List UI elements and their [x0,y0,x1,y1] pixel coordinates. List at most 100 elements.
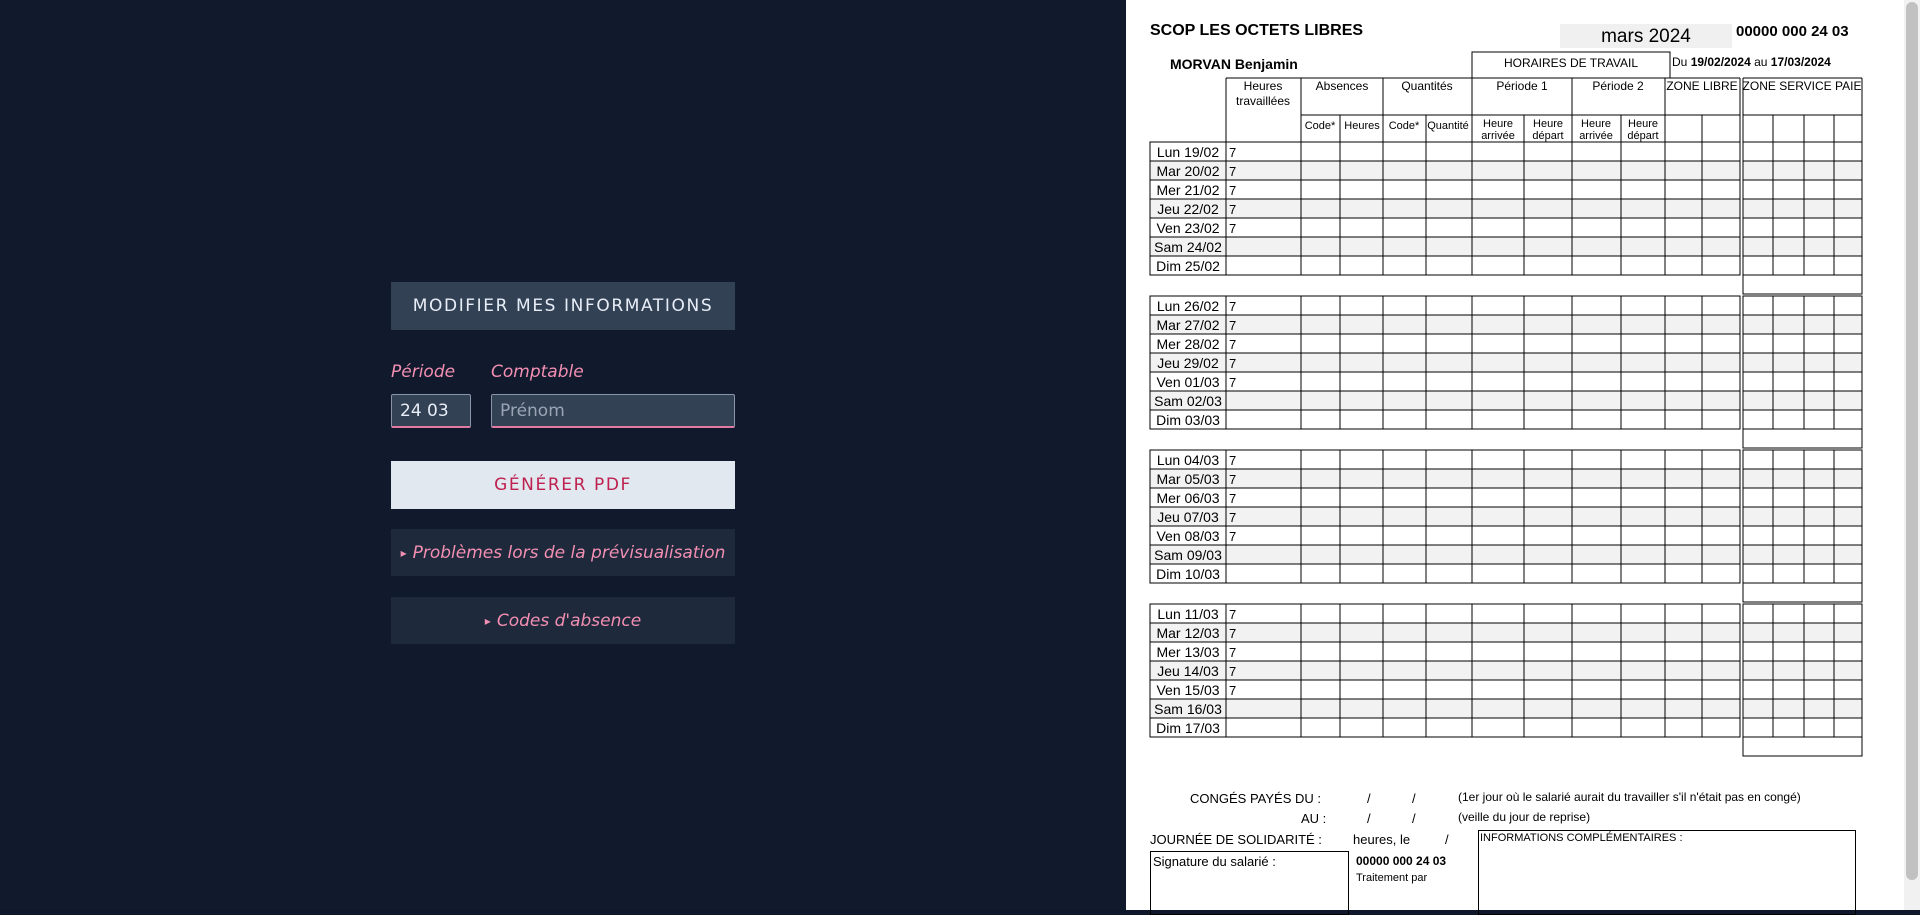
worked-hours: 7 [1229,510,1236,525]
disclosure-label: Problèmes lors de la prévisualisation [412,542,726,563]
periode-label: Période [391,362,456,382]
zone-paie-row-background [1743,410,1862,429]
day-label: Jeu 14/03 [1157,663,1219,679]
code-header: Code* [1305,120,1336,132]
day-label: Sam 16/03 [1154,701,1222,717]
zone-paie-row-background [1743,353,1862,372]
zone-paie-row-background [1743,142,1862,161]
heure-header: Heure [1483,118,1513,130]
heure-header: Heure [1533,118,1563,130]
heure-header: Heure [1628,118,1658,130]
row-background [1150,237,1740,256]
footer-reference-number: 00000 000 24 03 [1356,854,1447,868]
pdf-preview: SCOP LES OCTETS LIBRES mars 2024 00000 0… [1126,0,1904,915]
comptable-label: Comptable [491,362,584,382]
periode2-header: Période 2 [1592,79,1644,93]
day-label: Lun 19/02 [1157,144,1219,160]
row-background [1150,526,1740,545]
comptable-input[interactable] [491,394,735,428]
row-background [1150,372,1740,391]
preview-problems-disclosure[interactable]: ▸ Problèmes lors de la prévisualisation [391,529,735,576]
zone-paie-gap-cell [1742,274,1863,295]
worked-hours: 7 [1229,453,1236,468]
infos-box: INFORMATIONS COMPLÉMENTAIRES : [1478,830,1856,915]
row-background [1150,604,1740,623]
arrivee-header: arrivée [1481,130,1515,142]
row-background [1150,718,1740,737]
row-background [1150,680,1740,699]
day-label: Mer 06/03 [1156,490,1219,506]
worked-hours: 7 [1229,491,1236,506]
day-label: Ven 23/02 [1156,220,1219,236]
worked-hours: 7 [1229,645,1236,660]
zone-paie-row-background [1743,218,1862,237]
zone-paie-row-background [1743,488,1862,507]
day-label: Dim 10/03 [1156,566,1220,582]
modify-info-button[interactable]: MODIFIER MES INFORMATIONS [391,282,735,330]
conges-du-slash-1: / [1367,791,1371,806]
zone-paie-row-background [1743,372,1862,391]
conges-du-slash-2: / [1412,791,1416,806]
zone-service-paie-header: ZONE SERVICE PAIE [1743,79,1862,93]
worked-hours: 7 [1229,683,1236,698]
worked-hours: 7 [1229,529,1236,544]
row-background [1150,469,1740,488]
day-label: Dim 03/03 [1156,412,1220,428]
conges-au-label: AU : [1301,811,1327,826]
row-background [1150,507,1740,526]
day-label: Dim 17/03 [1156,720,1220,736]
zone-paie-row-background [1743,296,1862,315]
absence-codes-disclosure[interactable]: ▸ Codes d'absence [391,597,735,644]
zone-paie-row-background [1743,545,1862,564]
zone-paie-row-background [1743,680,1862,699]
scrollbar-thumb[interactable] [1906,2,1918,880]
row-background [1150,564,1740,583]
arrivee-header: arrivée [1579,130,1613,142]
day-label: Ven 01/03 [1156,374,1219,390]
row-background [1150,218,1740,237]
row-background [1150,410,1740,429]
solidarite-slash: / [1445,832,1449,847]
heures-travaillees-header: travaillées [1236,94,1290,108]
day-label: Mer 28/02 [1156,336,1219,352]
zone-paie-row-background [1743,334,1862,353]
day-label: Ven 08/03 [1156,528,1219,544]
zone-paie-row-background [1743,661,1862,680]
row-background [1150,142,1740,161]
disclosure-triangle-icon: ▸ [484,613,491,628]
periode-input[interactable] [391,394,471,428]
zone-paie-row-background [1743,564,1862,583]
worked-hours: 7 [1229,145,1236,160]
quantite-header: Quantité [1427,120,1469,132]
row-background [1150,334,1740,353]
worked-hours: 7 [1229,664,1236,679]
day-label: Jeu 07/03 [1157,509,1219,525]
row-background [1150,161,1740,180]
generate-pdf-button[interactable]: GÉNÉRER PDF [391,461,735,509]
worked-hours: 7 [1229,299,1236,314]
zone-paie-row-background [1743,623,1862,642]
worked-hours: 7 [1229,337,1236,352]
heures-header: Heures [1344,120,1380,132]
row-background [1150,623,1740,642]
worked-hours: 7 [1229,472,1236,487]
worked-hours: 7 [1229,375,1236,390]
row-background [1150,296,1740,315]
day-label: Lun 11/03 [1157,606,1218,622]
day-label: Jeu 22/02 [1157,201,1219,217]
code-header: Code* [1389,120,1420,132]
zone-paie-gap-cell [1742,428,1863,449]
zone-paie-row-background [1743,642,1862,661]
settings-panel: MODIFIER MES INFORMATIONS Période Compta… [0,0,1126,910]
solidarite-label: JOURNÉE DE SOLIDARITÉ : [1150,832,1322,847]
worked-hours: 7 [1229,318,1236,333]
signature-label: Signature du salarié : [1153,854,1276,869]
periode1-header: Période 1 [1496,79,1548,93]
day-label: Dim 25/02 [1156,258,1220,274]
zone-paie-row-background [1743,315,1862,334]
conges-au-note: (veille du jour de reprise) [1458,810,1591,824]
worked-hours: 7 [1229,626,1236,641]
day-label: Sam 24/02 [1154,239,1222,255]
day-label: Jeu 29/02 [1157,355,1219,371]
row-background [1150,488,1740,507]
